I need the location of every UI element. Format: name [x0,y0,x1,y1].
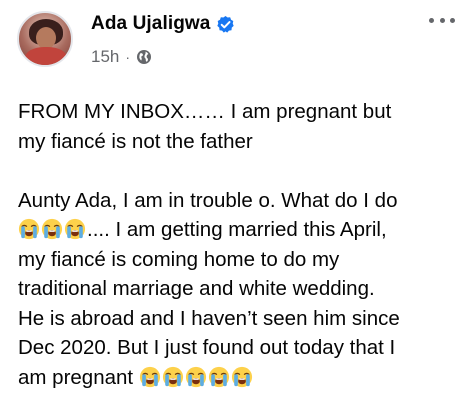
loudly-crying-face-icon [18,218,40,240]
loudly-crying-face-icon [41,218,63,240]
post-header: Ada Ujaligwa 15h · [0,0,475,80]
author-avatar[interactable] [17,11,73,67]
post-line: .... I am getting married this April, [87,218,387,241]
loudly-crying-face-icon [208,366,229,387]
loudly-crying-face-icon [64,218,86,240]
loudly-crying-face-icon [139,366,160,387]
avatar-face [36,27,56,49]
facebook-post: Ada Ujaligwa 15h · FROM MY INBOX…… I am … [0,0,475,416]
author-name[interactable]: Ada Ujaligwa [91,13,210,35]
post-line: Dec 2020. But I just found out today tha… [18,336,396,359]
more-dot [429,17,434,23]
post-timestamp[interactable]: 15h [91,47,119,67]
loudly-crying-face-icon [185,366,206,387]
globe-icon[interactable] [136,49,152,65]
post-paragraph-2: Aunty Ada, I am in trouble o. What do I … [18,186,468,393]
post-line: traditional marriage and white wedding. [18,277,375,300]
author-row: Ada Ujaligwa [91,12,235,36]
more-dot [450,17,455,23]
post-line: FROM MY INBOX…… I am pregnant but [18,100,392,123]
post-line: am pregnant [18,365,139,389]
post-paragraph-1: FROM MY INBOX…… I am pregnant but my fia… [18,97,468,156]
more-options-icon[interactable] [429,14,455,26]
verified-badge-icon [217,15,235,33]
post-body: FROM MY INBOX…… I am pregnant but my fia… [18,97,468,392]
meta-separator: · [125,49,131,65]
post-meta: 15h · [91,46,152,68]
post-line: He is abroad and I haven’t seen him sinc… [18,306,400,330]
post-line: Aunty Ada, I am in trouble o. What do I … [18,188,398,212]
loudly-crying-face-icon [162,366,183,387]
loudly-crying-face-icon [231,366,252,387]
more-dot [439,17,445,23]
post-line: my fiancé is not the father [18,129,253,153]
avatar-dress [25,47,67,65]
post-line: my fiancé is coming home to do my [18,247,340,271]
